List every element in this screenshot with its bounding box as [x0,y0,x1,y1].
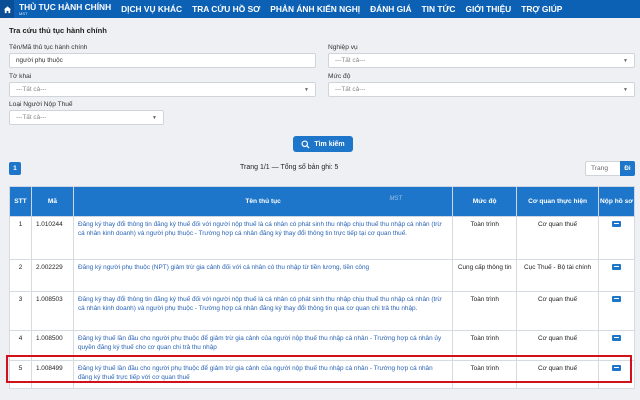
page-title: Tra cứu thủ tục hành chính [9,26,107,35]
cell-ma: 1.010244 [30,216,74,260]
cell-ma: 1.008503 [30,291,74,331]
chevron-down-icon: ▼ [623,57,628,64]
tokhai-select[interactable]: ---Tất cả--- ▼ [9,82,316,97]
cell-muc-do: Cung cấp thông tin [452,259,518,292]
submit-doc-icon[interactable] [612,296,621,302]
nguoinop-select[interactable]: ---Tất cả--- ▼ [9,110,164,125]
chevron-down-icon: ▼ [304,86,309,93]
submit-doc-icon[interactable] [612,335,621,341]
submit-cell[interactable] [598,259,635,292]
table-row: 2 2.002229 Đăng ký người phụ thuộc (NPT)… [9,259,635,292]
tokhai-label: Tờ khai [9,73,32,80]
table-header-row: STT Mã Tên thủ tục MST Mức độ Cơ quan thự… [9,186,635,217]
cell-ten-link[interactable]: Đăng ký thay đổi thông tin đăng ký thuế … [72,291,454,331]
cell-muc-do: Toàn trình [452,216,518,260]
nguoinop-label: Loại Người Nộp Thuế [9,101,73,108]
header-muc-do: Mức độ [452,186,518,217]
cell-ten-link[interactable]: Đăng ký thay đổi thông tin đăng ký thuế … [72,216,454,260]
nav-item-tro-giup[interactable]: TRỢ GIÚP [516,0,567,18]
submit-doc-icon[interactable] [612,365,621,371]
results-table: STT Mã Tên thủ tục MST Mức độ Cơ quan thự… [9,186,635,389]
cell-muc-do: Toàn trình [452,360,518,389]
table-row: 5 1.008499 Đăng ký thuế lần đầu cho ngườ… [9,360,635,389]
mucdo-select[interactable]: ---Tất cả--- ▼ [328,82,635,97]
cell-ten-link[interactable]: Đăng ký người phụ thuộc (NPT) giảm trừ g… [72,259,454,292]
nghiepvu-value: ---Tất cả--- [335,57,366,64]
nav-item-danh-gia[interactable]: ĐÁNH GIÁ [365,0,416,18]
cell-stt: 4 [9,330,32,361]
cell-ma: 1.008500 [30,330,74,361]
cell-stt: 2 [9,259,32,292]
nav-item-label: THỦ TỤC HÀNH CHÍNH [19,1,112,12]
table-row: 1 1.010244 Đăng ký thay đổi thông tin đă… [9,216,635,260]
header-ten: Tên thủ tục MST [72,186,454,217]
nav-item-tin-tuc[interactable]: TIN TỨC [417,0,461,18]
submit-cell[interactable] [598,360,635,389]
search-icon [301,139,310,149]
cell-co-quan: Cục Thuế - Bộ tài chính [516,259,599,292]
page-go-button[interactable]: Đi [620,161,635,176]
cell-co-quan: Cơ quan thuế [516,216,599,260]
cell-ten-link[interactable]: Đăng ký thuế lần đầu cho người phụ thuộc… [72,360,454,389]
search-button[interactable]: Tìm kiếm [293,136,353,152]
header-stt: STT [9,186,32,217]
chevron-down-icon: ▼ [623,86,628,93]
submit-doc-icon[interactable] [612,264,621,270]
nav-item-tra-cuu[interactable]: TRA CỨU HỒ SƠ [187,0,265,18]
search-button-label: Tìm kiếm [314,140,345,148]
page-number-input[interactable]: Trang [585,161,621,176]
cell-stt: 5 [9,360,32,389]
cell-muc-do: Toàn trình [452,330,518,361]
chevron-down-icon: ▼ [152,114,157,121]
tokhai-value: ---Tất cả--- [16,86,47,93]
nguoinop-value: ---Tất cả--- [16,114,47,121]
nav-item-phan-anh[interactable]: PHẢN ÁNH KIẾN NGHỊ [265,0,365,18]
table-row: 3 1.008503 Đăng ký thay đổi thông tin đă… [9,291,635,331]
nghiepvu-select[interactable]: ---Tất cả--- ▼ [328,53,635,68]
cell-co-quan: Cơ quan thuế [516,330,599,361]
submit-cell[interactable] [598,330,635,361]
home-icon[interactable] [0,0,14,18]
top-nav: THỦ TỤC HÀNH CHÍNH MST DỊCH VỤ KHÁC TRA … [0,0,640,18]
name-field-label: Tên/Mã thủ tục hành chính [9,44,88,51]
cell-co-quan: Cơ quan thuế [516,291,599,331]
nghiepvu-label: Nghiệp vụ [328,44,358,51]
mucdo-label: Mức độ [328,73,351,80]
header-co-quan: Cơ quan thực hiện [516,186,599,217]
cell-muc-do: Toàn trình [452,291,518,331]
nav-item-thu-tuc[interactable]: THỦ TỤC HÀNH CHÍNH MST [14,0,116,18]
nav-item-dich-vu[interactable]: DỊCH VỤ KHÁC [116,0,187,18]
submit-cell[interactable] [598,291,635,331]
cell-ten-link[interactable]: Đăng ký thuế lần đầu cho người phụ thuộc… [72,330,454,361]
watermark: MST [389,196,403,202]
header-ma: Mã [30,186,74,217]
header-ten-label: Tên thủ tục [245,198,281,205]
submit-doc-icon[interactable] [612,221,621,227]
cell-ma: 2.002229 [30,259,74,292]
header-nop-ho-so: Nộp hồ sơ [598,186,635,217]
result-count-badge: 1 [9,162,21,175]
table-row: 4 1.008500 Đăng ký thuế lần đầu cho ngườ… [9,330,635,361]
cell-stt: 1 [9,216,32,260]
name-input[interactable]: người phụ thuộc [9,53,316,68]
pagination-info: Trang 1/1 — Tổng số bản ghi: 5 [240,164,339,171]
cell-ma: 1.008499 [30,360,74,389]
mucdo-value: ---Tất cả--- [335,86,366,93]
nav-item-gioi-thieu[interactable]: GIỚI THIỆU [460,0,516,18]
cell-stt: 3 [9,291,32,331]
cell-co-quan: Cơ quan thuế [516,360,599,389]
submit-cell[interactable] [598,216,635,260]
nav-item-sub: MST [19,11,28,17]
